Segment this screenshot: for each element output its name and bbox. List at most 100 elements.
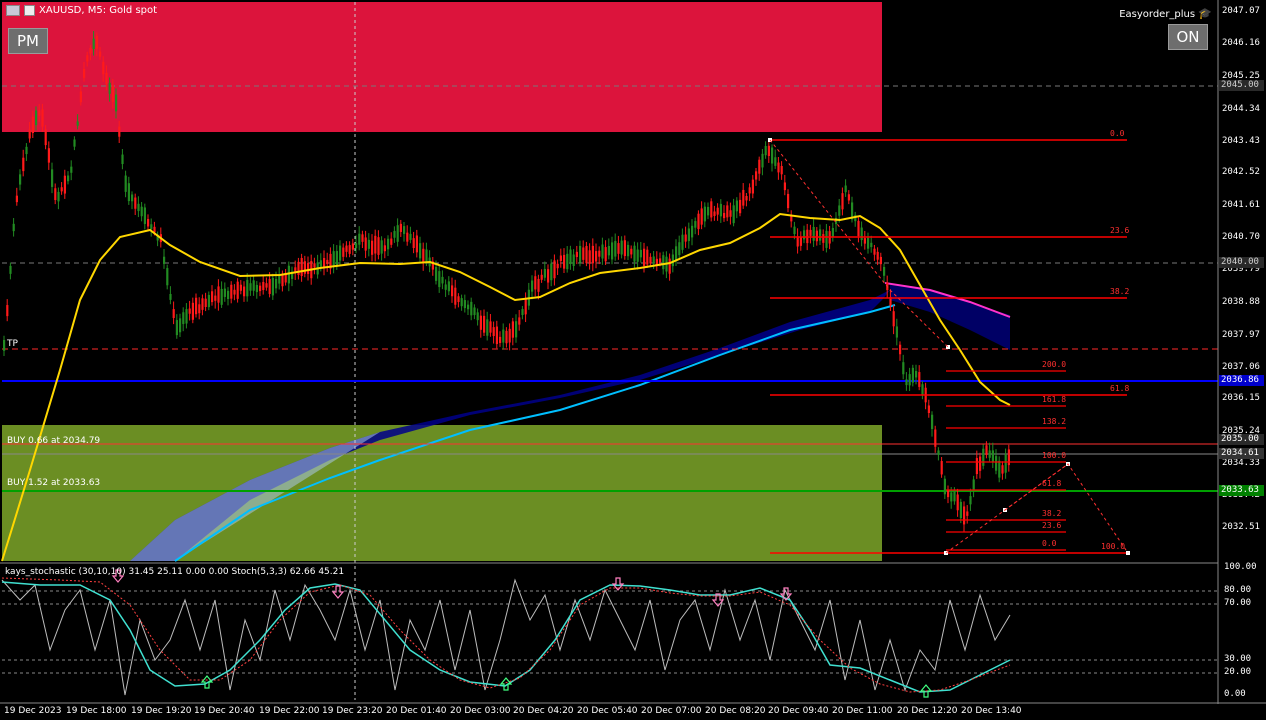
candle-body [787, 193, 790, 209]
pm-button[interactable]: PM [8, 28, 48, 54]
price-marker: 2040.00 [1219, 257, 1264, 268]
fib-label: 23.6 [1110, 226, 1130, 235]
on-button[interactable]: ON [1168, 24, 1208, 50]
candle-body [563, 254, 566, 269]
candle-body [134, 197, 137, 209]
candle-body [844, 185, 847, 193]
candle-body [35, 110, 38, 126]
candle-body [579, 245, 582, 263]
candle-body [796, 236, 799, 247]
candle-body [899, 344, 902, 355]
time-tick: 20 Dec 09:40 [768, 706, 829, 716]
candle-body [495, 326, 498, 345]
candle-body [943, 478, 946, 495]
band-upper [890, 285, 1010, 350]
candle-body [867, 237, 870, 249]
candle-body [262, 282, 265, 290]
candle-body [559, 255, 562, 261]
candle-body [182, 312, 185, 325]
candle-body [585, 245, 588, 264]
candle-body [9, 265, 12, 274]
candle-body [179, 318, 182, 333]
candle-body [838, 205, 841, 216]
price-tick: 2043.43 [1222, 136, 1260, 146]
candle-body [809, 229, 812, 236]
candle-body [537, 278, 540, 292]
time-tick: 20 Dec 11:00 [832, 706, 893, 716]
candle-body [931, 414, 934, 430]
candle-body [710, 201, 713, 218]
candle-body [742, 189, 745, 206]
candle-body [918, 372, 921, 387]
candle-body [483, 315, 486, 333]
time-tick: 19 Dec 20:40 [194, 706, 255, 716]
candle-body [28, 129, 31, 139]
candle-body [902, 362, 905, 375]
price-tick: 2046.16 [1222, 38, 1260, 48]
candle-body [521, 309, 524, 316]
time-tick: 19 Dec 2023 [4, 706, 62, 716]
candle-body [614, 240, 617, 257]
flag-icon [6, 5, 20, 16]
candle-body [662, 255, 665, 270]
candle-body [895, 326, 898, 338]
candle-body [6, 305, 9, 317]
candle-body [166, 268, 169, 286]
candle-body [751, 179, 754, 194]
candle-body [636, 249, 639, 262]
fib-label: 138.2 [1042, 417, 1067, 426]
candle-body [873, 248, 876, 255]
candle-body [489, 321, 492, 333]
candle-body [735, 200, 738, 212]
price-tick: 2032.51 [1222, 522, 1260, 532]
candle-body [713, 211, 716, 216]
candle-body [435, 266, 438, 281]
candle-body [815, 230, 818, 242]
candle-body [460, 298, 463, 307]
candle-body [198, 304, 201, 314]
price-chart[interactable] [0, 0, 1266, 720]
candle-body [771, 147, 774, 164]
candle-body [108, 82, 111, 94]
candle-body [831, 227, 834, 238]
candle-body [63, 175, 66, 194]
candle-body [351, 243, 354, 250]
candle-body [729, 210, 732, 217]
candle-body [275, 278, 278, 289]
candle-body [803, 230, 806, 240]
candle-body [588, 250, 591, 264]
candle-body [681, 234, 684, 250]
candle-body [41, 109, 44, 127]
candle-body [633, 245, 636, 262]
candle-body [905, 379, 908, 386]
candle-body [985, 445, 988, 455]
time-tick: 19 Dec 22:00 [259, 706, 320, 716]
price-tick: 2037.06 [1222, 362, 1260, 372]
candle-body [883, 266, 886, 276]
candle-body [399, 223, 402, 232]
candle-body [764, 145, 767, 156]
candle-body [927, 405, 930, 414]
candle-body [415, 235, 418, 253]
candle-body [188, 308, 191, 314]
candle-body [393, 230, 396, 238]
fib-label: 61.8 [1042, 479, 1062, 488]
candle-body [195, 297, 198, 315]
candle-body [950, 492, 953, 502]
candle-body [163, 256, 166, 264]
candle-body [607, 245, 610, 256]
candle-body [879, 256, 882, 265]
candle-body [991, 450, 994, 462]
candle-body [550, 263, 553, 281]
candle-body [953, 490, 956, 502]
price-marker: 2036.86 [1219, 375, 1264, 386]
candle-body [572, 254, 575, 266]
price-tick: 2038.88 [1222, 297, 1260, 307]
candle-body [358, 233, 361, 245]
candle-body [239, 284, 242, 291]
time-tick: 20 Dec 13:40 [961, 706, 1022, 716]
candle-body [611, 242, 614, 260]
candle-body [268, 278, 271, 294]
candle-body [204, 298, 207, 307]
candle-body [627, 244, 630, 257]
